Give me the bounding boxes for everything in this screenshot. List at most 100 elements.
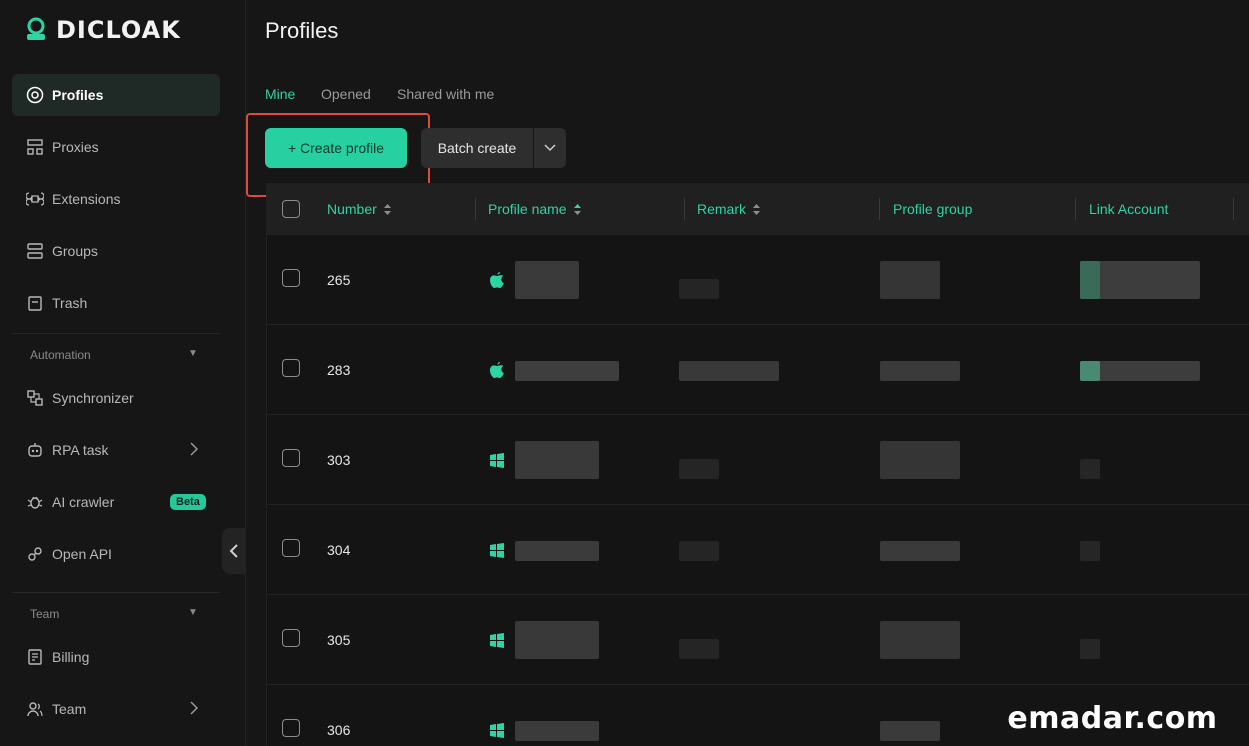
windows-icon: [489, 722, 505, 743]
sidebar-item-extensions[interactable]: Extensions: [12, 178, 220, 220]
profile-group-redacted: [880, 621, 960, 659]
page-title: Profiles: [265, 18, 339, 43]
profile-number: 303: [327, 452, 351, 468]
profile-name-redacted: [515, 441, 599, 479]
sidebar-item-groups[interactable]: Groups: [12, 230, 220, 272]
profile-name-redacted: [515, 621, 599, 659]
table-row[interactable]: 265: [267, 235, 1249, 325]
table-row[interactable]: 304: [267, 505, 1249, 595]
extensions-icon: [26, 190, 44, 208]
row-checkbox[interactable]: [282, 539, 300, 557]
team-icon: [26, 700, 44, 718]
automation-section-label: Automation: [30, 348, 91, 362]
sidebar-item-proxies[interactable]: Proxies: [12, 126, 220, 168]
batch-create-button[interactable]: Batch create: [421, 128, 533, 168]
table-row[interactable]: 303: [267, 415, 1249, 505]
column-number-label: Number: [327, 201, 377, 217]
column-separator: [1233, 198, 1234, 220]
batch-create-dropdown[interactable]: [534, 128, 566, 168]
team-section-label: Team: [30, 607, 60, 621]
column-remark[interactable]: Remark: [697, 201, 761, 217]
sidebar-item-billing[interactable]: Billing: [12, 636, 220, 678]
open-api-icon: [26, 545, 44, 563]
profile-number: 305: [327, 632, 351, 648]
column-separator: [879, 198, 880, 220]
sidebar-item-trash[interactable]: Trash: [12, 282, 220, 324]
remark-redacted: [679, 459, 719, 479]
chevron-left-icon: [229, 544, 238, 558]
sidebar-divider: [12, 592, 220, 593]
billing-icon: [26, 648, 44, 666]
column-link-account[interactable]: Link Account: [1089, 201, 1168, 217]
sidebar-item-open-api[interactable]: Open API: [12, 533, 220, 575]
app-logo[interactable]: DICLOAK: [24, 16, 181, 44]
column-number[interactable]: Number: [327, 201, 392, 217]
column-profile-name[interactable]: Profile name: [488, 201, 582, 217]
sort-icon[interactable]: [752, 203, 761, 216]
trash-icon: [26, 294, 44, 312]
column-separator: [684, 198, 685, 220]
sidebar-item-label: Billing: [52, 649, 90, 665]
sidebar-item-label: Profiles: [52, 87, 104, 103]
sidebar-item-team[interactable]: Team: [12, 688, 220, 730]
row-checkbox[interactable]: [282, 269, 300, 287]
sidebar-item-label: Team: [52, 701, 87, 717]
row-checkbox[interactable]: [282, 629, 300, 647]
column-separator: [1075, 198, 1076, 220]
sidebar-item-rpa-task[interactable]: RPA task: [12, 429, 220, 471]
link-account-redacted: [1080, 639, 1100, 659]
profile-number: 306: [327, 722, 351, 738]
watermark: emadar.com: [980, 690, 1245, 746]
sidebar-item-label: Extensions: [52, 191, 121, 207]
column-profile-group-label: Profile group: [893, 201, 973, 217]
windows-icon: [489, 542, 505, 563]
table-header: Number Profile name Remark Profile group…: [267, 183, 1249, 235]
select-all-checkbox[interactable]: [282, 200, 300, 218]
column-profile-name-label: Profile name: [488, 201, 567, 217]
sort-icon[interactable]: [573, 203, 582, 216]
beta-badge: Beta: [170, 494, 206, 510]
row-checkbox[interactable]: [282, 359, 300, 377]
tab-shared-with-me[interactable]: Shared with me: [397, 86, 494, 102]
table-row[interactable]: 283: [267, 325, 1249, 415]
groups-icon: [26, 242, 44, 260]
collapse-sidebar-button[interactable]: [222, 528, 246, 574]
table-row[interactable]: 305: [267, 595, 1249, 685]
remark-redacted: [679, 639, 719, 659]
chevron-down-icon: [544, 144, 556, 152]
column-separator: [475, 198, 476, 220]
row-checkbox[interactable]: [282, 719, 300, 737]
ai-crawler-icon: [26, 493, 44, 511]
chevron-right-icon: [190, 701, 199, 718]
profile-name-redacted: [515, 541, 599, 561]
caret-down-icon[interactable]: ▼: [188, 607, 198, 618]
sidebar-divider: [12, 333, 220, 334]
tab-mine[interactable]: Mine: [265, 86, 295, 102]
caret-down-icon[interactable]: ▼: [188, 348, 198, 359]
row-checkbox[interactable]: [282, 449, 300, 467]
link-account-redacted: [1080, 261, 1100, 299]
remark-redacted: [679, 361, 779, 381]
profile-number: 304: [327, 542, 351, 558]
sidebar-item-synchronizer[interactable]: Synchronizer: [12, 377, 220, 419]
proxies-icon: [26, 138, 44, 156]
link-account-redacted: [1080, 541, 1100, 561]
profile-group-redacted: [880, 361, 960, 381]
batch-create-label: Batch create: [437, 140, 517, 156]
profile-group-redacted: [880, 261, 940, 299]
profile-number: 283: [327, 362, 351, 378]
sidebar: DICLOAK Profiles Proxies Extensions Grou…: [0, 0, 246, 746]
link-account-redacted: [1080, 459, 1100, 479]
sidebar-item-profiles[interactable]: Profiles: [12, 74, 220, 116]
sidebar-item-label: Trash: [52, 295, 88, 311]
sort-icon[interactable]: [383, 203, 392, 216]
rpa-icon: [26, 441, 44, 459]
tab-opened[interactable]: Opened: [321, 86, 371, 102]
apple-icon: [489, 271, 505, 294]
profile-number: 265: [327, 272, 351, 288]
profile-name-redacted: [515, 261, 579, 299]
column-remark-label: Remark: [697, 201, 747, 217]
profiles-table: Number Profile name Remark Profile group…: [266, 183, 1249, 746]
sidebar-item-label: RPA task: [52, 442, 109, 458]
column-profile-group[interactable]: Profile group: [893, 201, 972, 217]
